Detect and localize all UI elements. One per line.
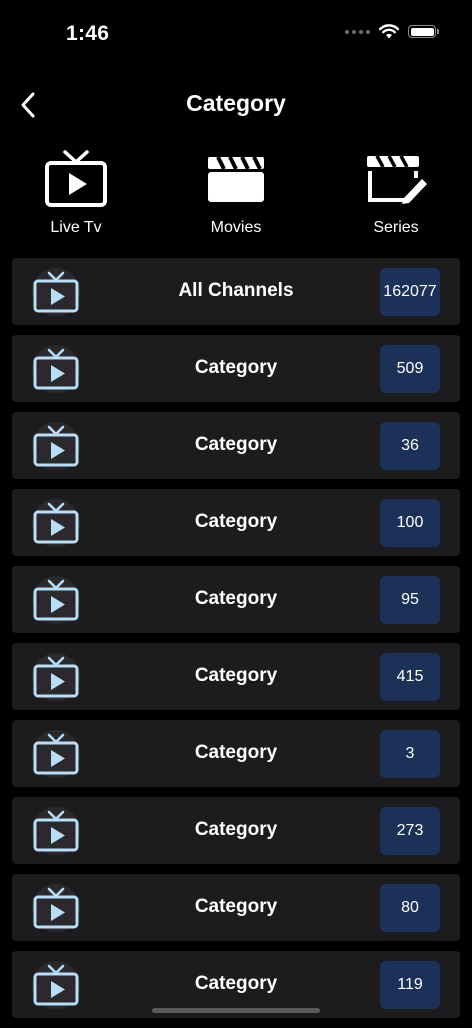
tab-live-tv[interactable]: Live Tv [16, 146, 136, 237]
category-row[interactable]: Category 415 [12, 643, 460, 710]
category-row[interactable]: Category 509 [12, 335, 460, 402]
tab-live-tv-label: Live Tv [50, 219, 102, 236]
home-indicator [152, 1008, 320, 1013]
status-time: 1:46 [66, 22, 110, 45]
tv-play-icon [33, 887, 79, 929]
tv-play-icon [45, 150, 107, 207]
category-avatar [32, 268, 80, 316]
category-label: Category [194, 588, 278, 609]
category-list: All Channels 162077 Category 509 Category 36 C… [12, 258, 460, 1028]
page-title: Category [186, 90, 286, 116]
tv-play-icon [33, 656, 79, 698]
tab-movies[interactable]: Movies [176, 146, 296, 237]
category-avatar [32, 884, 80, 932]
category-row[interactable]: Category 3 [12, 720, 460, 787]
category-avatar [32, 653, 80, 701]
category-count-badge: 273 [380, 807, 440, 855]
category-count-badge: 100 [380, 499, 440, 547]
category-avatar [32, 345, 80, 393]
category-label: All Channels [178, 280, 294, 301]
header: Category [0, 80, 472, 130]
category-label: Category [194, 896, 278, 917]
tv-play-icon [33, 733, 79, 775]
category-count-badge: 509 [380, 345, 440, 393]
category-row[interactable]: Category 100 [12, 489, 460, 556]
status-icons [345, 24, 439, 39]
wifi-icon [379, 24, 399, 39]
category-label: Category [194, 357, 278, 378]
tv-play-icon [33, 579, 79, 621]
category-row[interactable]: Category 36 [12, 412, 460, 479]
category-count-badge: 119 [380, 961, 440, 1009]
tab-movies-label: Movies [210, 219, 262, 236]
category-avatar [32, 730, 80, 778]
tv-play-icon [33, 810, 79, 852]
category-count-badge: 95 [380, 576, 440, 624]
status-bar: 1:46 [0, 0, 472, 70]
category-row[interactable]: All Channels 162077 [12, 258, 460, 325]
category-avatar [32, 576, 80, 624]
category-avatar [32, 807, 80, 855]
category-count-badge: 162077 [380, 268, 440, 316]
category-avatar [32, 961, 80, 1009]
category-avatar [32, 499, 80, 547]
cellular-signal-icon [345, 29, 370, 34]
category-label: Category [194, 819, 278, 840]
tv-play-icon [33, 502, 79, 544]
clapperboard-icon [208, 156, 264, 202]
category-count-badge: 415 [380, 653, 440, 701]
category-type-tabs: Live Tv Movies Series [0, 146, 472, 246]
category-row[interactable]: Category 80 [12, 874, 460, 941]
tv-play-icon [33, 964, 79, 1006]
tab-series[interactable]: Series [336, 146, 456, 237]
category-label: Category [194, 973, 278, 994]
category-label: Category [194, 511, 278, 532]
tv-play-icon [33, 271, 79, 313]
category-label: Category [194, 665, 278, 686]
category-row[interactable]: Category 273 [12, 797, 460, 864]
category-label: Category [194, 434, 278, 455]
category-count-badge: 36 [380, 422, 440, 470]
category-count-badge: 3 [380, 730, 440, 778]
category-label: Category [194, 742, 278, 763]
clapperboard-edit-icon [367, 155, 427, 204]
category-avatar [32, 422, 80, 470]
category-count-badge: 80 [380, 884, 440, 932]
battery-icon [408, 25, 439, 38]
category-row[interactable]: Category 95 [12, 566, 460, 633]
tv-play-icon [33, 348, 79, 390]
tab-series-label: Series [373, 219, 419, 236]
tv-play-icon [33, 425, 79, 467]
